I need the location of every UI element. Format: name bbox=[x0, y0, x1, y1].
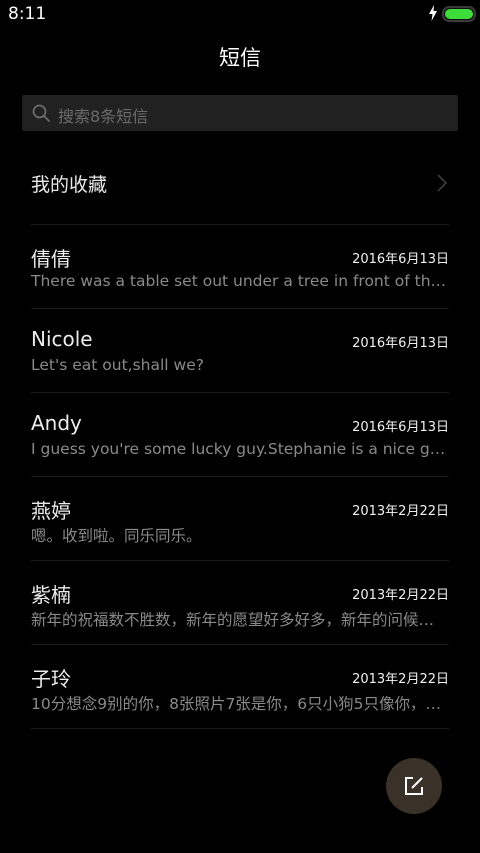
message-date: 2013年2月22日 bbox=[352, 672, 449, 687]
charging-icon bbox=[429, 5, 437, 21]
battery-level-fill bbox=[445, 9, 473, 19]
compose-icon bbox=[405, 777, 423, 795]
message-date: 2013年2月22日 bbox=[352, 588, 449, 603]
status-bar: 8:11 bbox=[0, 0, 480, 28]
contact-name: 紫楠 bbox=[31, 583, 71, 607]
search-icon bbox=[32, 104, 50, 122]
message-date: 2013年2月22日 bbox=[352, 504, 449, 519]
message-preview: 嗯。收到啦。同乐同乐。 bbox=[31, 527, 202, 545]
conversation-item[interactable]: 倩倩 2016年6月13日 There was a table set out … bbox=[0, 224, 480, 308]
favorites-label: 我的收藏 bbox=[31, 174, 108, 196]
message-date: 2016年6月13日 bbox=[352, 420, 449, 435]
search-placeholder: 搜索8条短信 bbox=[58, 107, 149, 126]
contact-name: 燕婷 bbox=[31, 499, 71, 523]
status-time: 8:11 bbox=[8, 4, 47, 24]
message-preview: 10分想念9别的你，8张照片7张是你，6只小狗5只像你，4季变换 bbox=[31, 695, 449, 713]
divider bbox=[31, 728, 449, 729]
compose-button[interactable] bbox=[386, 758, 442, 814]
message-preview: I guess you're some lucky guy.Stephanie … bbox=[31, 440, 449, 458]
contact-name: Andy bbox=[31, 411, 82, 435]
message-preview: There was a table set out under a tree i… bbox=[31, 272, 449, 290]
message-date: 2016年6月13日 bbox=[352, 336, 449, 351]
message-date: 2016年6月13日 bbox=[352, 252, 449, 267]
conversation-item[interactable]: 子玲 2013年2月22日 10分想念9别的你，8张照片7张是你，6只小狗5只像… bbox=[0, 644, 480, 728]
battery-icon bbox=[442, 6, 476, 22]
favorites-row[interactable]: 我的收藏 bbox=[0, 142, 480, 224]
message-preview: 新年的祝福数不胜数，新年的愿望好多好多，新年的问候千千万万 bbox=[31, 611, 449, 629]
chevron-right-icon bbox=[437, 174, 447, 192]
message-preview: Let's eat out,shall we? bbox=[31, 356, 204, 374]
contact-name: 倩倩 bbox=[31, 247, 71, 271]
contact-name: Nicole bbox=[31, 327, 93, 351]
conversation-item[interactable]: Nicole 2016年6月13日 Let's eat out,shall we… bbox=[0, 308, 480, 392]
page-title: 短信 bbox=[219, 46, 261, 70]
conversation-item[interactable]: 燕婷 2013年2月22日 嗯。收到啦。同乐同乐。 bbox=[0, 476, 480, 560]
conversation-item[interactable]: 紫楠 2013年2月22日 新年的祝福数不胜数，新年的愿望好多好多，新年的问候千… bbox=[0, 560, 480, 644]
search-input[interactable]: 搜索8条短信 bbox=[22, 95, 458, 131]
conversation-item[interactable]: Andy 2016年6月13日 I guess you're some luck… bbox=[0, 392, 480, 476]
contact-name: 子玲 bbox=[31, 667, 71, 691]
